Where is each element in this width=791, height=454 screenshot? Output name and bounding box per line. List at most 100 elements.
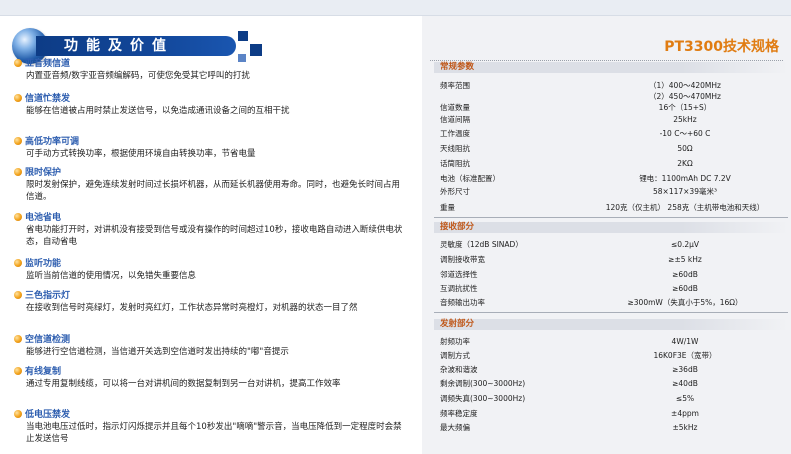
spec-key: 调制方式: [440, 351, 470, 360]
spec-row: 音频输出功率 ≥300mW（失真小于5%，16Ω）: [440, 297, 786, 308]
spec-value: 2KΩ: [677, 159, 693, 168]
spec-row: 频率稳定度 ±4ppm: [440, 408, 786, 419]
feature-title: 电池省电: [25, 213, 62, 223]
spec-row: 剩余调制(300~3000Hz) ≥40dB: [440, 378, 786, 389]
spec-key: 天线阻抗: [440, 144, 470, 153]
feature-item: 高低功率可调 可手动方式转换功率，根据使用环境自由转换功率，节省电量: [14, 136, 406, 160]
bullet-icon: [14, 335, 22, 343]
feature-desc: 监听当前信道的使用情况，以免错失重要信息: [26, 271, 197, 281]
spec-key: 剩余调制(300~3000Hz): [440, 379, 526, 388]
spec-panel: PT3300技术规格 常规参数 频率范围 （1）400～420MHz （2）450…: [422, 16, 791, 454]
spec-key: 音频输出功率: [440, 298, 485, 307]
spec-value: 50Ω: [677, 144, 693, 153]
divider: [430, 60, 783, 61]
spec-value: （2）450～470MHz: [649, 92, 721, 101]
spec-row: 杂波和谐波 ≥36dB: [440, 364, 786, 375]
top-strip: [0, 0, 791, 16]
bullet-icon: [14, 291, 22, 299]
spec-key: 灵敏度（12dB SINAD）: [440, 240, 523, 249]
spec-key: 邻道选择性: [440, 270, 478, 279]
spec-key: 工作温度: [440, 129, 470, 138]
bullet-icon: [14, 367, 22, 375]
feature-item: 有线复制 通过专用复制线缆，可以将一台对讲机间的数据复制到另一台对讲机，提高工作…: [14, 366, 406, 390]
spec-key: 调频失真(300~3000Hz): [440, 394, 526, 403]
spec-value: 25kHz: [673, 115, 697, 124]
feature-desc: 内置亚音频/数字亚音频编解码，可使您免受其它呼叫的打扰: [26, 71, 250, 81]
spec-row: 外形尺寸 58×117×39毫米³: [440, 186, 786, 197]
feature-title: 信道忙禁发: [25, 94, 71, 104]
spec-key: 重量: [440, 203, 455, 212]
spec-row: 话筒阻抗 2KΩ: [440, 158, 786, 169]
spec-key: 频率稳定度: [440, 409, 478, 418]
spec-value: ≤0.2μV: [670, 240, 700, 249]
feature-desc: 在接收到信号时亮绿灯，发射时亮红灯，工作状态异常时亮橙灯，对机器的状态一目了然: [26, 303, 358, 313]
spec-row: 频率范围 （1）400～420MHz: [440, 80, 786, 91]
spec-value: ≥60dB: [672, 284, 698, 293]
spec-key: 最大频偏: [440, 423, 470, 432]
spec-row: （2）450～470MHz: [440, 91, 786, 102]
feature-desc: 可手动方式转换功率，根据使用环境自由转换功率，节省电量: [26, 149, 256, 159]
feature-desc: 当电池电压过低时，指示灯闪烁提示并且每个10秒发出"嘀嘀"警示音，当电压降低到一…: [26, 422, 402, 444]
spec-value: ≥40dB: [672, 379, 698, 388]
spec-value: -10 C～+60 C: [659, 129, 711, 138]
spec-row: 互调抗扰性 ≥60dB: [440, 283, 786, 294]
spec-key: 杂波和谐波: [440, 365, 478, 374]
feature-desc: 能够在信道被占用时禁止发送信号，以免造成通讯设备之间的互相干扰: [26, 106, 290, 116]
bullet-icon: [14, 137, 22, 145]
feature-desc: 限时发射保护，避免连续发射时间过长损坏机器，从而延长机器使用寿命。同时，也避免长…: [26, 180, 401, 202]
feature-title: 有线复制: [25, 367, 62, 377]
bullet-icon: [14, 168, 22, 176]
spec-key: 电池（标准配置）: [440, 174, 500, 183]
bullet-icon: [14, 59, 22, 67]
feature-item: 低电压禁发 当电池电压过低时，指示灯闪烁提示并且每个10秒发出"嘀嘀"警示音，当…: [14, 409, 406, 445]
spec-value: 120克（仅主机） 258克（主机带电池和天线）: [605, 203, 765, 212]
spec-value: ±5kHz: [672, 423, 698, 432]
features-panel: 功能及价值 亚音频信道 内置亚音频/数字亚音频编解码，可使您免受其它呼叫的打扰 …: [0, 16, 412, 454]
spec-row: 电池（标准配置） 锂电：1100mAh DC 7.2V: [440, 173, 786, 184]
spec-key: 频率范围: [440, 81, 470, 90]
section-title: 发射部分: [434, 319, 788, 330]
spec-key: 互调抗扰性: [440, 284, 478, 293]
spec-value: ≥±5 kHz: [668, 255, 702, 264]
feature-title: 空信道检测: [25, 335, 71, 345]
spec-value: ≥300mW（失真小于5%，16Ω）: [627, 298, 743, 307]
bullet-icon: [14, 94, 22, 102]
feature-title: 低电压禁发: [25, 410, 71, 420]
spec-value: 锂电：1100mAh DC 7.2V: [639, 174, 731, 183]
spec-value: ≥36dB: [672, 365, 698, 374]
spec-title: PT3300技术规格: [664, 39, 779, 55]
section-title: 常规参数: [434, 62, 788, 73]
spec-key: 射频功率: [440, 337, 470, 346]
feature-item: 电池省电 省电功能打开时，对讲机没有接受到信号或没有操作的时间超过10秒，接收电…: [14, 212, 406, 248]
feature-item: 亚音频信道 内置亚音频/数字亚音频编解码，可使您免受其它呼叫的打扰: [14, 58, 406, 82]
divider: [434, 312, 788, 313]
spec-row: 射频功率 4W/1W: [440, 336, 786, 347]
spec-row: 调制方式 16K0F3E（宽带）: [440, 350, 786, 361]
section-title: 接收部分: [434, 222, 788, 233]
spec-value: ±4ppm: [671, 409, 699, 418]
spec-row: 信道数量 16个（15+S）: [440, 102, 786, 113]
spec-key: 信道数量: [440, 103, 470, 112]
spec-value: （1）400～420MHz: [649, 81, 721, 90]
spec-row: 工作温度 -10 C～+60 C: [440, 128, 786, 139]
feature-title: 三色指示灯: [25, 291, 71, 301]
feature-title: 亚音频信道: [25, 59, 71, 69]
divider: [434, 217, 788, 218]
bullet-icon: [14, 259, 22, 267]
decor-square-icon: [238, 31, 248, 41]
spec-key: 调制接收带宽: [440, 255, 485, 264]
spec-row: 调频失真(300~3000Hz) ≤5%: [440, 393, 786, 404]
spec-value: 58×117×39毫米³: [653, 187, 717, 196]
spec-value: 16个（15+S）: [658, 103, 712, 112]
spec-row: 最大频偏 ±5kHz: [440, 422, 786, 433]
spec-value: 16K0F3E（宽带）: [653, 351, 717, 360]
banner-title: 功能及价值: [64, 38, 174, 54]
feature-item: 空信道检测 能够进行空信道检测，当信道开关选到空信道时发出持续的"嘟"音提示: [14, 334, 406, 358]
spec-key: 话筒阻抗: [440, 159, 470, 168]
spec-row: 天线阻抗 50Ω: [440, 143, 786, 154]
feature-item: 三色指示灯 在接收到信号时亮绿灯，发射时亮红灯，工作状态异常时亮橙灯，对机器的状…: [14, 290, 406, 314]
spec-row: 信道间隔 25kHz: [440, 114, 786, 125]
feature-desc: 能够进行空信道检测，当信道开关选到空信道时发出持续的"嘟"音提示: [26, 347, 289, 357]
spec-row: 调制接收带宽 ≥±5 kHz: [440, 254, 786, 265]
spec-key: 信道间隔: [440, 115, 470, 124]
